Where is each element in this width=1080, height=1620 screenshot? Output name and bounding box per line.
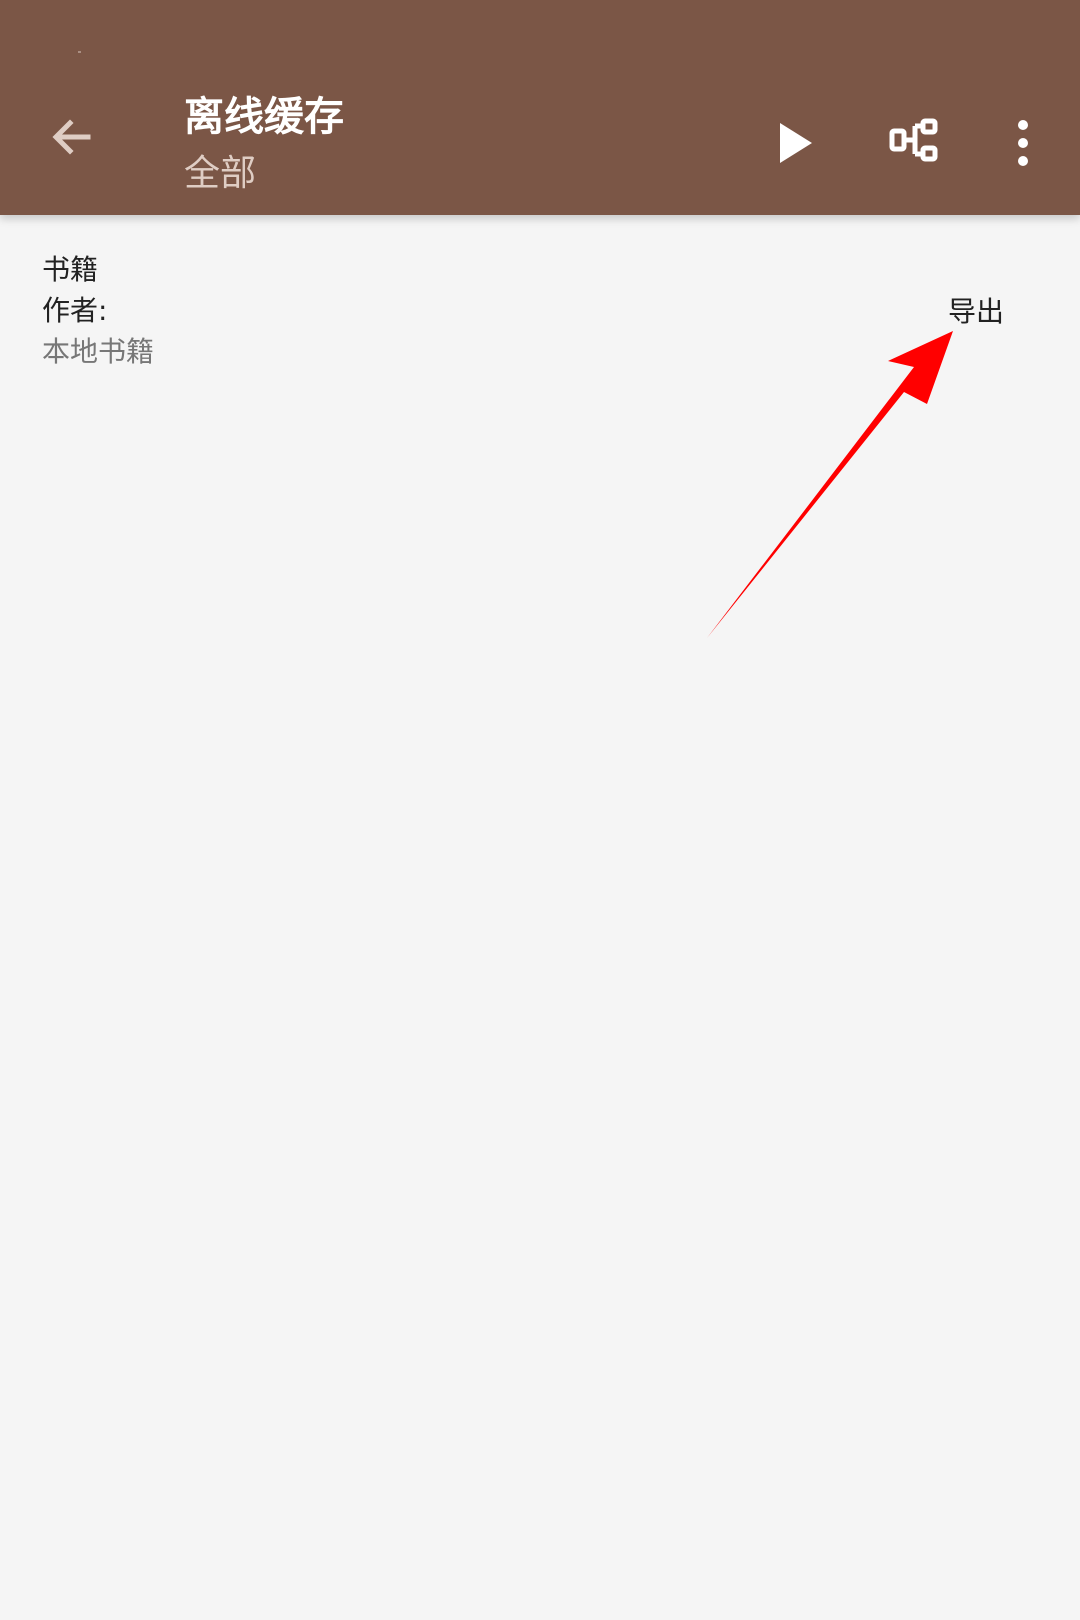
cache-content: 书籍 作者: 本地书籍 导出 (0, 215, 1080, 1620)
page-subtitle: 全部 (184, 153, 257, 194)
status-indicator (78, 51, 81, 53)
tree-icon (889, 118, 938, 162)
book-author: 作者: (42, 294, 108, 327)
title-area: 离线缓存 全部 (184, 88, 684, 202)
play-button[interactable] (763, 110, 829, 176)
play-icon (780, 123, 812, 163)
more-vertical-icon (1018, 120, 1028, 166)
book-name: 书籍 (42, 253, 99, 286)
back-button[interactable] (40, 105, 104, 169)
offline-cache-screen: 离线缓存 全部 书籍 作者: 本地书籍 导出 (0, 0, 1080, 1620)
page-title: 离线缓存 (184, 94, 344, 140)
export-button[interactable]: 导出 (948, 288, 1020, 336)
book-list-item[interactable]: 书籍 作者: 本地书籍 导出 (0, 250, 1080, 380)
group-button[interactable] (883, 110, 949, 176)
more-options-button[interactable] (990, 110, 1056, 176)
app-bar: 离线缓存 全部 (0, 0, 1080, 215)
arrow-left-icon (52, 119, 91, 155)
book-origin: 本地书籍 (42, 335, 155, 368)
